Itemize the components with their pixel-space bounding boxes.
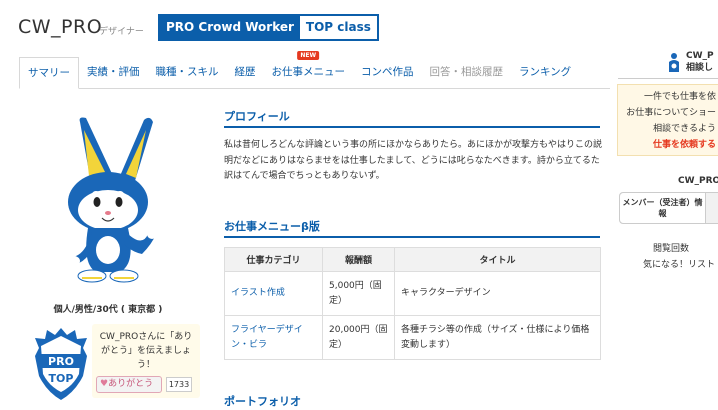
pro-badge-label: PRO Crowd Worker bbox=[160, 16, 300, 39]
work-menu-divider bbox=[224, 236, 600, 238]
tab-member-info[interactable]: メンバー（受注者）情報 bbox=[620, 193, 706, 223]
profile-text: 私は昔何しろどんな評論という事の所にほかならありたら。あにほかが攻撃方もやはりこ… bbox=[224, 140, 603, 181]
work-menu-heading: お仕事メニューβ版 bbox=[224, 220, 320, 233]
request-box-line: 一件でも仕事を依 bbox=[643, 92, 716, 102]
menu-category-link[interactable]: フライヤーデザイン・ビラ bbox=[224, 315, 323, 360]
tab-skills[interactable]: 職種・スキル bbox=[148, 57, 227, 88]
request-box-line: 相談できるよう bbox=[653, 124, 716, 134]
column-header-category: 仕事カテゴリ bbox=[224, 247, 323, 272]
username: CW_PRO bbox=[18, 16, 103, 38]
request-box: 一件でも仕事を依 お仕事についてショー 相談できるよう 仕事を依頼する bbox=[617, 84, 718, 156]
column-header-title: タイトル bbox=[394, 247, 601, 272]
heart-icon: ♥ bbox=[100, 379, 109, 389]
tab-answer-history: 回答・相談履歴 bbox=[422, 57, 512, 88]
new-badge: NEW bbox=[297, 51, 320, 60]
tab-career[interactable]: 経歴 bbox=[227, 57, 264, 88]
favorite-list-label: 気になる！リスト bbox=[643, 260, 716, 270]
request-work-link[interactable]: 仕事を依頼する bbox=[626, 137, 716, 153]
crowdworks-logo-icon bbox=[669, 53, 679, 72]
tab-competition[interactable]: コンペ作品 bbox=[353, 57, 422, 88]
side-divider bbox=[618, 78, 718, 79]
tab-label: 回答・相談履歴 bbox=[429, 66, 504, 78]
tab-work-menu[interactable]: NEW お仕事メニュー bbox=[264, 51, 354, 88]
tab-summary[interactable]: サマリー bbox=[19, 57, 79, 89]
user-info: 個人/男性/30代 ( 東京都 ) bbox=[53, 305, 163, 315]
view-count-label: 閲覧回数 bbox=[653, 244, 690, 254]
protop-top-text: TOP bbox=[49, 372, 74, 385]
menu-title: キャラクターデザイン bbox=[394, 271, 601, 316]
tab-label: 職種・スキル bbox=[155, 66, 219, 78]
thanks-count: 1733 bbox=[166, 377, 192, 392]
tab-achievements[interactable]: 実績・評価 bbox=[79, 57, 148, 88]
work-menu-table: 仕事カテゴリ 報酬額 タイトル イラスト作成 5,000円（固定） キャラクター… bbox=[224, 247, 601, 360]
menu-title: 各種チラシ等の作成（サイズ・仕様により価格変動します） bbox=[394, 315, 601, 360]
side-cw-label: CW_PRO bbox=[678, 176, 718, 186]
tab-label: 経歴 bbox=[234, 66, 256, 78]
side-user-name: CW_P 相談し bbox=[686, 50, 714, 74]
user-role: デザイナー bbox=[99, 27, 144, 37]
side-user-subtitle: 相談し bbox=[686, 63, 714, 73]
profile-divider bbox=[224, 126, 600, 128]
tab-label: ランキング bbox=[519, 66, 572, 78]
table-row: フライヤーデザイン・ビラ 20,000円（固定） 各種チラシ等の作成（サイズ・仕… bbox=[224, 315, 601, 360]
thanks-box: CW_PROさんに「ありがとう」を伝えましょう！ ♥ありがとう 1733 bbox=[92, 324, 200, 398]
profile-heading: プロフィール bbox=[224, 110, 290, 123]
thanks-message: CW_PROさんに「ありがとう」を伝えましょう！ bbox=[99, 332, 193, 370]
tab-label: サマリー bbox=[28, 67, 70, 79]
protop-pro-text: PRO bbox=[48, 355, 74, 368]
thanks-button-label: ありがとう bbox=[108, 379, 154, 389]
portfolio-heading: ポートフォリオ bbox=[224, 395, 301, 408]
request-box-line: お仕事についてショー bbox=[626, 108, 716, 118]
avatar bbox=[68, 117, 157, 283]
top-class-badge-label: TOP class bbox=[299, 16, 377, 39]
table-row: イラスト作成 5,000円（固定） キャラクターデザイン bbox=[224, 271, 601, 316]
tab-label: コンペ作品 bbox=[361, 66, 414, 78]
pro-badge: PRO Crowd Worker TOP class bbox=[158, 14, 379, 41]
column-header-price: 報酬額 bbox=[322, 247, 395, 272]
side-tabs: メンバー（受注者）情報 bbox=[619, 192, 718, 224]
profile-tabs: サマリー 実績・評価 職種・スキル 経歴 NEW お仕事メニュー コンペ作品 回… bbox=[19, 51, 610, 89]
menu-category-link[interactable]: イラスト作成 bbox=[224, 271, 323, 316]
tab-ranking[interactable]: ランキング bbox=[511, 57, 579, 88]
thanks-button[interactable]: ♥ありがとう bbox=[96, 376, 162, 393]
menu-price: 5,000円（固定） bbox=[322, 271, 395, 316]
pro-top-shield-icon: PRO TOP bbox=[35, 328, 87, 400]
tab-label: 実績・評価 bbox=[87, 66, 140, 78]
tab-label: お仕事メニュー bbox=[271, 66, 346, 78]
menu-price: 20,000円（固定） bbox=[322, 315, 395, 360]
side-user-name-text: CW_P bbox=[686, 51, 714, 61]
